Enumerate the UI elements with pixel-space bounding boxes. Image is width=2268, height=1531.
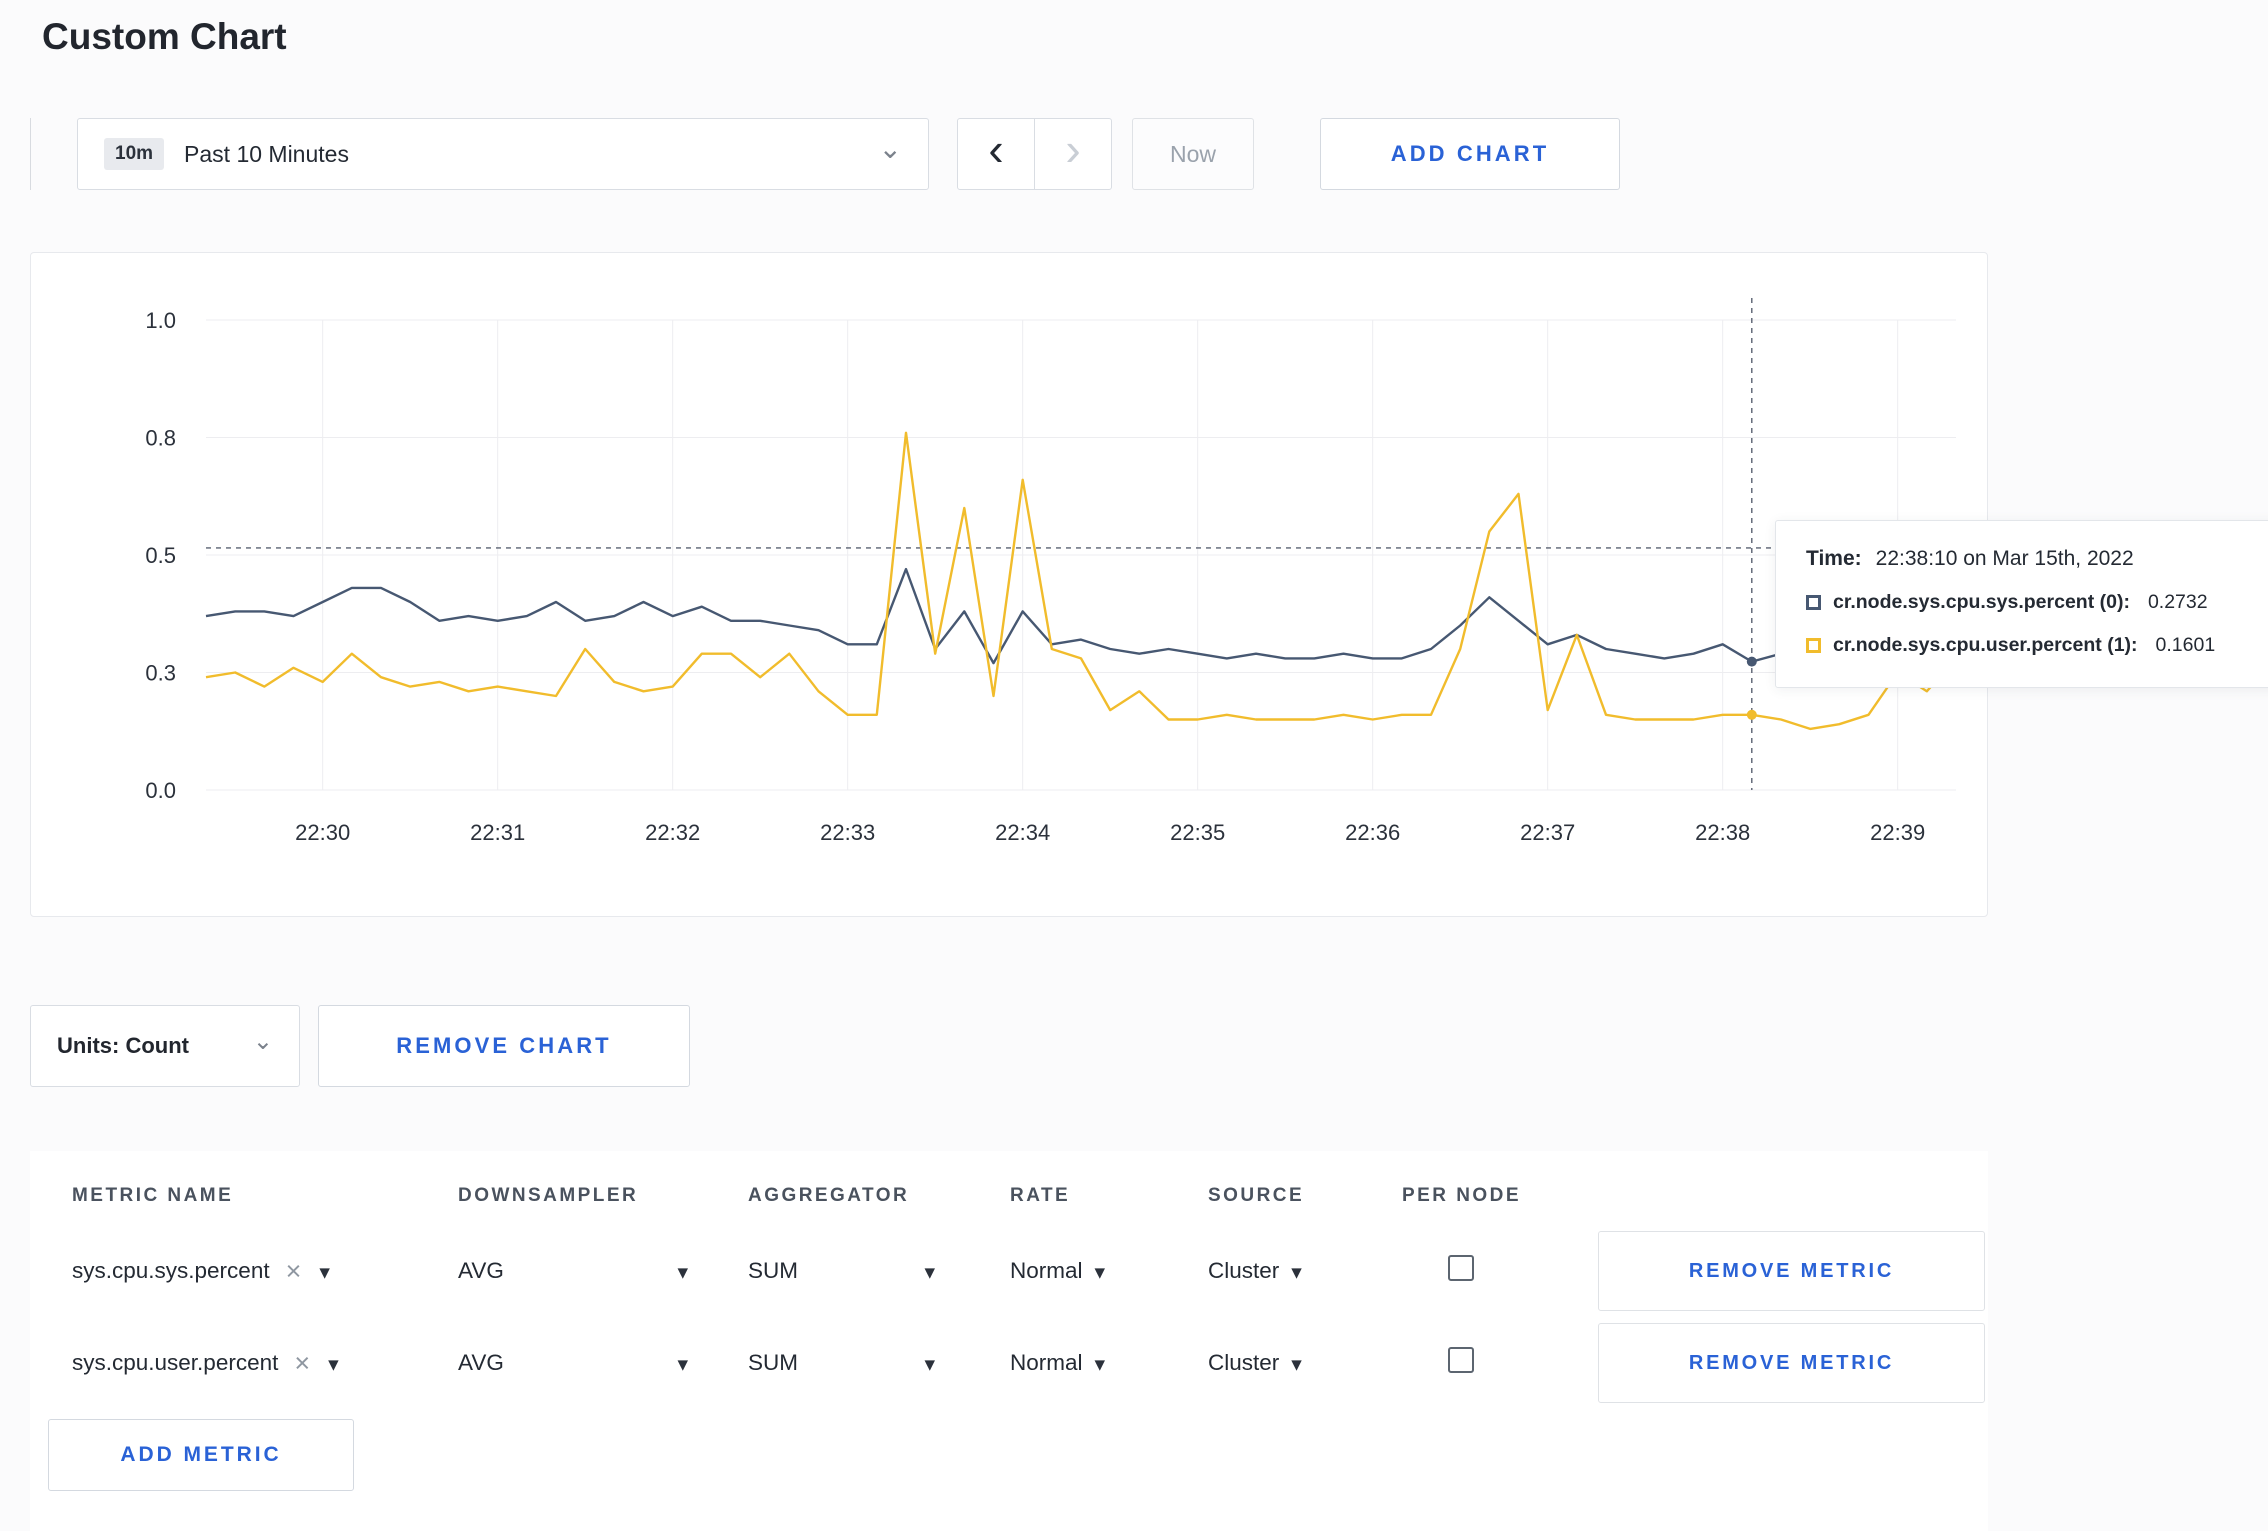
toolbar-divider [30,118,31,190]
svg-text:1.0: 1.0 [145,308,176,333]
aggregator-select[interactable]: SUM ▾ [748,1350,935,1376]
now-button[interactable]: Now [1132,118,1254,190]
table-row: sys.cpu.sys.percent × ▾ AVG ▾ SUM ▾ Norm… [30,1225,1988,1317]
units-label: Units: Count [57,1033,189,1058]
svg-text:22:32: 22:32 [645,820,700,845]
caret-down-icon: ▾ [677,1260,688,1284]
add-metric-button[interactable]: ADD METRIC [48,1419,354,1491]
svg-text:22:31: 22:31 [470,820,525,845]
time-range-label: Past 10 Minutes [184,140,349,167]
custom-chart-page: Custom Chart 10m Past 10 Minutes ⌄ ‹ › N… [0,16,2268,1531]
header-metric-name: METRIC NAME [72,1185,234,1206]
tooltip-series-value: 0.1601 [2155,634,2216,656]
prev-range-button[interactable]: ‹ [957,118,1035,190]
caret-down-icon: ▾ [677,1352,688,1376]
metric-name-value: sys.cpu.user.percent [72,1350,279,1375]
per-node-checkbox[interactable] [1448,1347,1474,1373]
downsampler-select[interactable]: AVG ▾ [458,1350,688,1376]
metric-name-select[interactable]: sys.cpu.sys.percent × ▾ [72,1257,458,1285]
tooltip-series-name: cr.node.sys.cpu.sys.percent (0): [1833,591,2130,613]
svg-text:22:39: 22:39 [1870,820,1925,845]
add-chart-button[interactable]: ADD CHART [1320,118,1620,190]
aggregator-select[interactable]: SUM ▾ [748,1258,935,1284]
remove-metric-x-icon[interactable]: × [294,1349,310,1377]
source-value: Cluster [1208,1258,1280,1283]
metric-name-value: sys.cpu.sys.percent [72,1258,270,1283]
chart-canvas[interactable]: 0.0 0.3 0.5 0.8 1.0 22:30 22:31 22:32 22:33 22:34… [31,253,1987,916]
svg-text:22:36: 22:36 [1345,820,1400,845]
svg-text:0.8: 0.8 [145,426,176,451]
tooltip-time-label: Time: [1806,547,1862,570]
source-select[interactable]: Cluster ▾ [1208,1258,1402,1284]
time-range-badge: 10m [104,138,165,170]
header-source: SOURCE [1208,1185,1305,1206]
chevron-left-icon: ‹ [988,123,1004,175]
downsampler-select[interactable]: AVG ▾ [458,1258,688,1284]
svg-text:22:30: 22:30 [295,820,350,845]
caret-down-icon: ▾ [328,1352,339,1376]
svg-text:0.0: 0.0 [145,778,176,803]
header-aggregator: AGGREGATOR [748,1185,910,1206]
caret-down-icon: ▾ [924,1260,935,1284]
caret-down-icon: ▾ [319,1260,330,1284]
tooltip-row: cr.node.sys.cpu.sys.percent (0): 0.2732 [1806,591,2267,614]
svg-text:22:35: 22:35 [1170,820,1225,845]
svg-text:0.3: 0.3 [145,661,176,686]
rate-value: Normal [1010,1258,1083,1283]
toolbar: 10m Past 10 Minutes ⌄ ‹ › Now ADD CHART [30,118,2268,190]
header-downsampler: DOWNSAMPLER [458,1185,639,1206]
tooltip-time: Time: 22:38:10 on Mar 15th, 2022 [1806,547,2267,571]
svg-text:22:37: 22:37 [1520,820,1575,845]
remove-metric-button[interactable]: REMOVE METRIC [1598,1323,1985,1403]
chart-tooltip: Time: 22:38:10 on Mar 15th, 2022 cr.node.… [1775,520,2268,688]
rate-select[interactable]: Normal ▾ [1010,1258,1208,1284]
header-rate: RATE [1010,1185,1071,1206]
caret-down-icon: ▾ [924,1352,935,1376]
next-range-button[interactable]: › [1034,118,1112,190]
downsampler-value: AVG [458,1350,504,1375]
metrics-table: METRIC NAME DOWNSAMPLER AGGREGATOR RATE … [30,1151,1988,1531]
time-range-dropdown[interactable]: 10m Past 10 Minutes ⌄ [77,118,929,190]
aggregator-value: SUM [748,1258,798,1283]
chevron-down-icon: ⌄ [878,132,902,164]
svg-text:0.5: 0.5 [145,543,176,568]
remove-metric-x-icon[interactable]: × [286,1257,302,1285]
page-title: Custom Chart [42,16,287,57]
chart-controls: Units: Count ⌄ REMOVE CHART [30,1005,2268,1087]
units-dropdown[interactable]: Units: Count ⌄ [30,1005,300,1087]
chevron-down-icon: ⌄ [252,1027,273,1055]
source-value: Cluster [1208,1350,1280,1375]
metric-name-select[interactable]: sys.cpu.user.percent × ▾ [72,1349,458,1377]
remove-chart-button[interactable]: REMOVE CHART [318,1005,690,1087]
per-node-checkbox[interactable] [1448,1255,1474,1281]
tooltip-time-value: 22:38:10 on Mar 15th, 2022 [1875,547,2134,570]
remove-metric-button[interactable]: REMOVE METRIC [1598,1231,1985,1311]
chevron-right-icon: › [1065,123,1081,175]
chart-section: 0.0 0.3 0.5 0.8 1.0 22:30 22:31 22:32 22:33 22:34… [30,252,2268,917]
svg-text:22:34: 22:34 [995,820,1050,845]
series-user-swatch-icon [1806,638,1821,653]
series-sys-swatch-icon [1806,595,1821,610]
caret-down-icon: ▾ [1291,1352,1302,1376]
rate-select[interactable]: Normal ▾ [1010,1350,1208,1376]
time-pager: ‹ › [957,118,1112,190]
caret-down-icon: ▾ [1094,1260,1106,1284]
aggregator-value: SUM [748,1350,798,1375]
tooltip-row: cr.node.sys.cpu.user.percent (1): 0.1601 [1806,634,2267,657]
svg-text:22:38: 22:38 [1695,820,1750,845]
header-per-node: PER NODE [1402,1185,1521,1206]
rate-value: Normal [1010,1350,1083,1375]
time-series-chart[interactable]: 0.0 0.3 0.5 0.8 1.0 22:30 22:31 22:32 22:33 22:34… [30,252,1988,917]
svg-text:22:33: 22:33 [820,820,875,845]
downsampler-value: AVG [458,1258,504,1283]
metrics-table-header: METRIC NAME DOWNSAMPLER AGGREGATOR RATE … [30,1167,1988,1225]
tooltip-series-value: 0.2732 [2147,591,2208,613]
caret-down-icon: ▾ [1291,1260,1302,1284]
source-select[interactable]: Cluster ▾ [1208,1350,1402,1376]
tooltip-series-name: cr.node.sys.cpu.user.percent (1): [1833,634,2138,656]
table-row: sys.cpu.user.percent × ▾ AVG ▾ SUM ▾ Nor… [30,1317,1988,1409]
caret-down-icon: ▾ [1094,1352,1106,1376]
